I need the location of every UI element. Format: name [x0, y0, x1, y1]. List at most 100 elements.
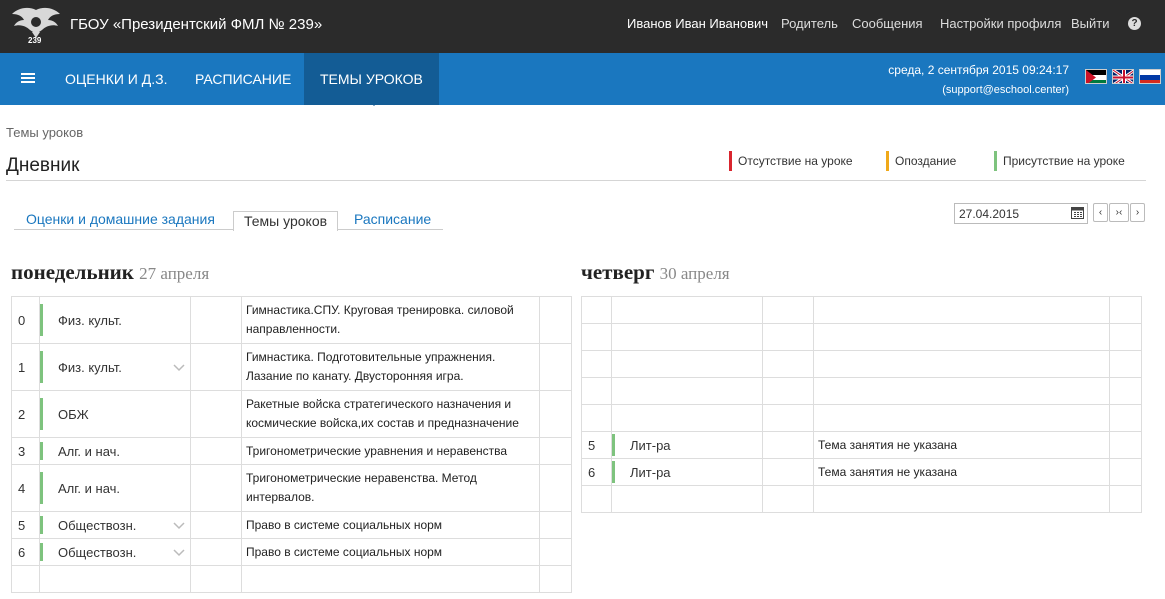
table-row: 5 Обществозн. Право в системе социальных… — [11, 511, 572, 539]
table-row: 6 Обществозн. Право в системе социальных… — [11, 538, 572, 566]
extra-cell — [539, 437, 572, 465]
lesson-subject[interactable]: Обществозн. — [39, 511, 191, 539]
current-datetime: среда, 2 сентября 2015 09:24:17 — [888, 63, 1069, 77]
table-row: 5 Лит-ра Тема занятия не указана — [581, 431, 1142, 459]
table-row — [581, 404, 1142, 432]
top-bar: 239 ГБОУ «Президентский ФМЛ № 239» Ивано… — [0, 0, 1165, 53]
current-week-button[interactable]: ›‹ — [1109, 203, 1129, 222]
table-row — [581, 296, 1142, 324]
lesson-number: 3 — [11, 437, 40, 465]
grade-cell[interactable] — [190, 343, 242, 391]
messages-link[interactable]: Сообщения — [852, 16, 923, 31]
lesson-topic: Тригонометрические неравенства. Метод ин… — [241, 464, 540, 512]
extra-cell — [539, 296, 572, 344]
extra-cell — [1109, 458, 1142, 486]
lesson-number: 6 — [11, 538, 40, 566]
school-name[interactable]: ГБОУ «Президентский ФМЛ № 239» — [70, 16, 322, 33]
title-divider — [6, 180, 1146, 181]
table-row — [581, 323, 1142, 351]
table-row: 0 Физ. культ. Гимнастика.СПУ. Круговая т… — [11, 296, 572, 344]
lesson-topic: Право в системе социальных норм — [241, 511, 540, 539]
grade-cell[interactable] — [190, 464, 242, 512]
lesson-subject[interactable]: Лит-ра — [611, 431, 763, 459]
logo-text: 239 — [28, 36, 42, 45]
lesson-subject[interactable]: Алг. и нач. — [39, 437, 191, 465]
nav-schedule[interactable]: РАСПИСАНИЕ — [195, 53, 291, 105]
extra-cell — [539, 464, 572, 512]
flag-russia-icon[interactable] — [1139, 69, 1161, 84]
tab-schedule[interactable]: Расписание — [354, 211, 431, 231]
chevron-down-icon[interactable] — [172, 518, 186, 532]
monday-lessons-table: 0 Физ. культ. Гимнастика.СПУ. Круговая т… — [11, 296, 572, 593]
calendar-icon[interactable] — [1071, 206, 1084, 219]
extra-cell — [539, 343, 572, 391]
grade-cell[interactable] — [190, 437, 242, 465]
table-row — [581, 485, 1142, 513]
day-heading-thursday: четверг 30 апреля — [581, 260, 730, 284]
date-input[interactable] — [954, 203, 1088, 224]
lesson-subject[interactable]: Физ. культ. — [39, 296, 191, 344]
extra-cell — [539, 511, 572, 539]
nav-grades[interactable]: ОЦЕНКИ И Д.З. — [65, 53, 167, 105]
lesson-subject[interactable]: Обществозн. — [39, 538, 191, 566]
extra-cell — [539, 538, 572, 566]
breadcrumb: Темы уроков — [6, 125, 84, 140]
lesson-topic: Право в системе социальных норм — [241, 538, 540, 566]
flag-jordan-icon[interactable] — [1085, 69, 1107, 84]
table-row — [11, 565, 572, 593]
lesson-number: 6 — [581, 458, 612, 486]
legend-present: Присутствие на уроке — [994, 151, 1125, 171]
lesson-number: 5 — [11, 511, 40, 539]
lesson-number: 5 — [581, 431, 612, 459]
hamburger-menu-icon[interactable] — [21, 73, 35, 84]
grade-cell[interactable] — [762, 458, 814, 486]
tab-grades-homework[interactable]: Оценки и домашние задания — [26, 211, 215, 231]
role-link[interactable]: Родитель — [781, 16, 838, 31]
lesson-number: 1 — [11, 343, 40, 391]
chevron-down-icon[interactable] — [172, 360, 186, 374]
day-heading-monday: понедельник 27 апреля — [11, 260, 210, 284]
nav-lesson-topics[interactable]: ТЕМЫ УРОКОВ — [304, 53, 439, 105]
help-icon[interactable]: ? — [1128, 17, 1141, 30]
table-row: 4 Алг. и нач. Тригонометрические неравен… — [11, 464, 572, 512]
extra-cell — [1109, 431, 1142, 459]
lesson-subject[interactable]: Физ. культ. — [39, 343, 191, 391]
table-row: 2 ОБЖ Ракетные войска стратегического на… — [11, 390, 572, 438]
table-row: 3 Алг. и нач. Тригонометрические уравнен… — [11, 437, 572, 465]
grade-cell[interactable] — [190, 511, 242, 539]
lesson-number: 2 — [11, 390, 40, 438]
support-email[interactable]: (support@eschool.center) — [942, 84, 1069, 96]
grade-cell[interactable] — [190, 390, 242, 438]
extra-cell — [539, 390, 572, 438]
legend-late: Опоздание — [886, 151, 956, 171]
chevron-down-icon[interactable] — [172, 545, 186, 559]
lesson-number: 4 — [11, 464, 40, 512]
active-nav-indicator — [367, 99, 381, 106]
lesson-subject[interactable]: Алг. и нач. — [39, 464, 191, 512]
logout-link[interactable]: Выйти — [1071, 16, 1110, 31]
grade-cell[interactable] — [190, 538, 242, 566]
lesson-number: 0 — [11, 296, 40, 344]
table-row: 6 Лит-ра Тема занятия не указана — [581, 458, 1142, 486]
next-week-button[interactable]: › — [1130, 203, 1145, 222]
prev-week-button[interactable]: ‹ — [1093, 203, 1108, 222]
lesson-topic: Тригонометрические уравнения и неравенст… — [241, 437, 540, 465]
lesson-subject[interactable]: Лит-ра — [611, 458, 763, 486]
lesson-topic: Гимнастика. Подготовительные упражнения.… — [241, 343, 540, 391]
lesson-topic: Ракетные войска стратегического назначен… — [241, 390, 540, 438]
lesson-subject[interactable]: ОБЖ — [39, 390, 191, 438]
profile-settings-link[interactable]: Настройки профиля — [940, 16, 1061, 31]
lesson-topic: Тема занятия не указана — [813, 431, 1110, 459]
legend-absent: Отсутствие на уроке — [729, 151, 853, 171]
tab-lesson-topics[interactable]: Темы уроков — [233, 211, 339, 231]
thursday-lessons-table: 5 Лит-ра Тема занятия не указана 6 Лит-р… — [581, 296, 1142, 513]
page-title: Дневник — [6, 155, 80, 176]
grade-cell[interactable] — [762, 431, 814, 459]
grade-cell[interactable] — [190, 296, 242, 344]
flag-uk-icon[interactable] — [1112, 69, 1134, 84]
table-row — [581, 377, 1142, 405]
user-name-link[interactable]: Иванов Иван Иванович — [627, 16, 768, 31]
table-row — [581, 350, 1142, 378]
lesson-topic: Тема занятия не указана — [813, 458, 1110, 486]
table-row: 1 Физ. культ. Гимнастика. Подготовительн… — [11, 343, 572, 391]
